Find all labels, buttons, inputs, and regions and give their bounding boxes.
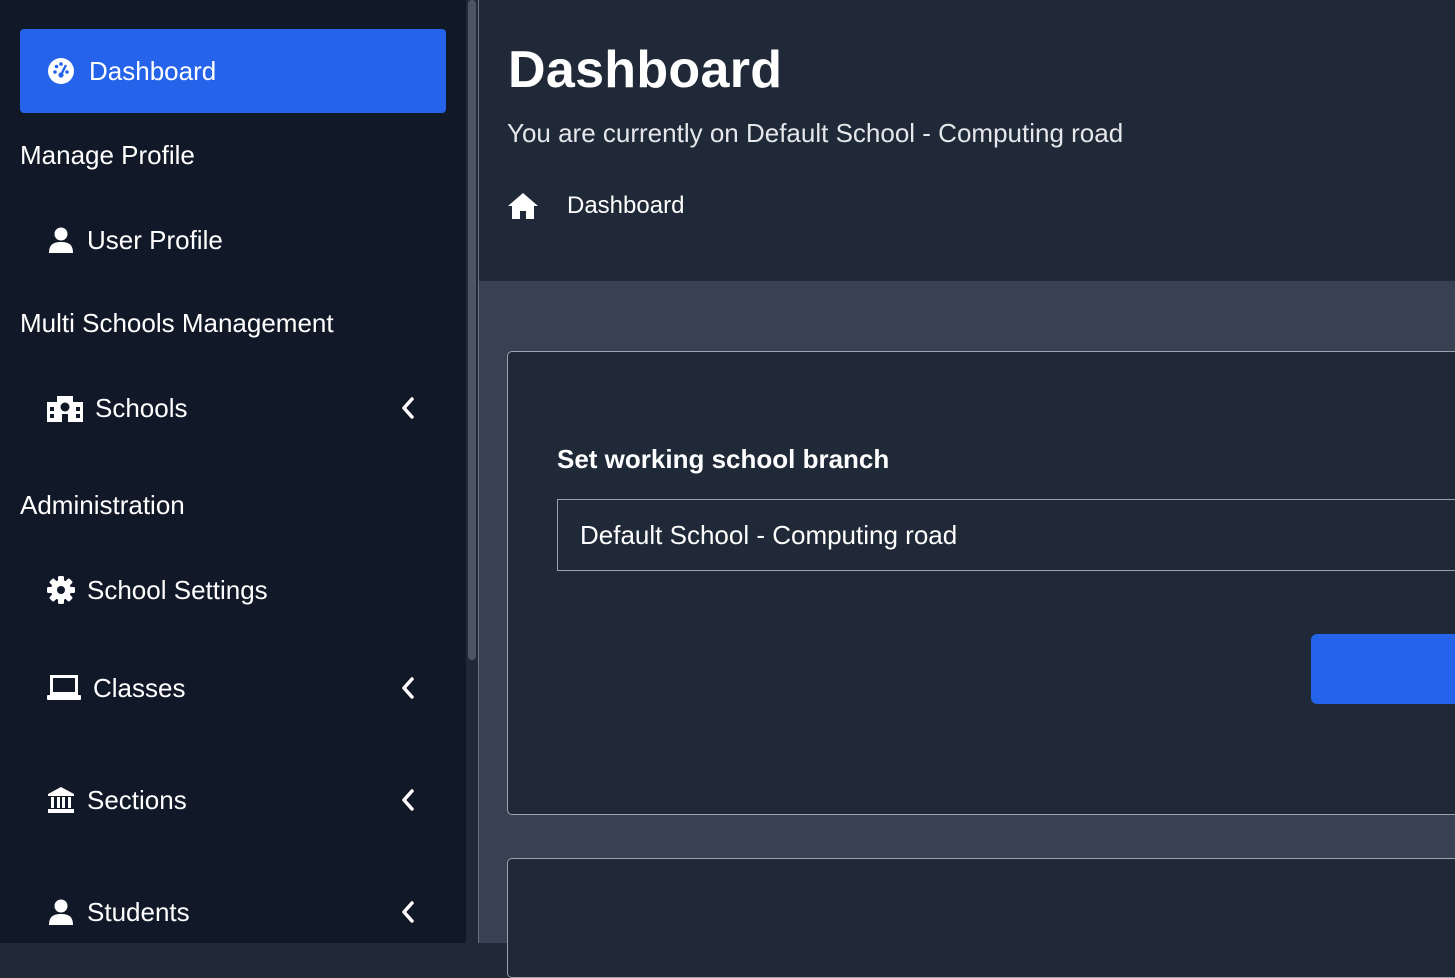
branch-card: Set working school branch Default School… bbox=[507, 351, 1455, 815]
sidebar-item-label: Dashboard bbox=[89, 55, 217, 86]
sidebar-scrollbar[interactable] bbox=[466, 0, 478, 943]
current-school-text: You are currently on Default School - Co… bbox=[507, 118, 1124, 148]
branch-label: Set working school branch bbox=[557, 444, 890, 474]
branch-select[interactable]: Default School - Computing road bbox=[557, 499, 1455, 571]
school-icon bbox=[47, 394, 83, 422]
heading-multi-schools: Multi Schools Management bbox=[20, 308, 334, 338]
sidebar-item-label: Schools bbox=[95, 392, 188, 423]
user-icon bbox=[47, 226, 75, 254]
sidebar-item-label: School Settings bbox=[87, 574, 268, 605]
sidebar-item-schools[interactable]: Schools bbox=[47, 386, 427, 430]
secondary-card bbox=[507, 858, 1455, 978]
sidebar-item-sections[interactable]: Sections bbox=[47, 778, 427, 822]
page-title: Dashboard bbox=[508, 41, 783, 99]
sidebar-item-students[interactable]: Students bbox=[47, 890, 427, 934]
sidebar-item-label: Classes bbox=[93, 672, 186, 703]
chevron-left-icon[interactable] bbox=[399, 899, 417, 925]
sidebar-item-label: User Profile bbox=[87, 224, 223, 255]
bank-icon bbox=[47, 786, 75, 814]
heading-administration: Administration bbox=[20, 490, 185, 520]
sidebar-item-label: Students bbox=[87, 896, 190, 927]
content-area: Set working school branch Default School… bbox=[479, 281, 1455, 978]
scrollbar-thumb[interactable] bbox=[468, 0, 476, 660]
heading-manage-profile: Manage Profile bbox=[20, 140, 195, 170]
sidebar-item-dashboard[interactable]: Dashboard bbox=[20, 29, 446, 113]
user-icon bbox=[47, 898, 75, 926]
set-branch-button[interactable] bbox=[1311, 634, 1455, 704]
laptop-icon bbox=[47, 674, 81, 702]
sidebar: Dashboard Manage Profile User Profile Mu… bbox=[0, 0, 466, 943]
breadcrumb-dashboard[interactable]: Dashboard bbox=[567, 192, 684, 220]
sidebar-item-user-profile[interactable]: User Profile bbox=[47, 218, 427, 262]
chevron-left-icon[interactable] bbox=[399, 675, 417, 701]
chevron-left-icon[interactable] bbox=[399, 787, 417, 813]
sidebar-item-school-settings[interactable]: School Settings bbox=[47, 568, 427, 612]
home-icon[interactable] bbox=[507, 192, 539, 220]
breadcrumb: Dashboard bbox=[507, 186, 684, 226]
sidebar-item-label: Sections bbox=[87, 784, 187, 815]
gear-icon bbox=[47, 576, 75, 604]
gauge-icon bbox=[47, 57, 75, 85]
chevron-left-icon[interactable] bbox=[399, 395, 417, 421]
sidebar-item-classes[interactable]: Classes bbox=[47, 666, 427, 710]
page-header: Dashboard You are currently on Default S… bbox=[479, 0, 1455, 281]
